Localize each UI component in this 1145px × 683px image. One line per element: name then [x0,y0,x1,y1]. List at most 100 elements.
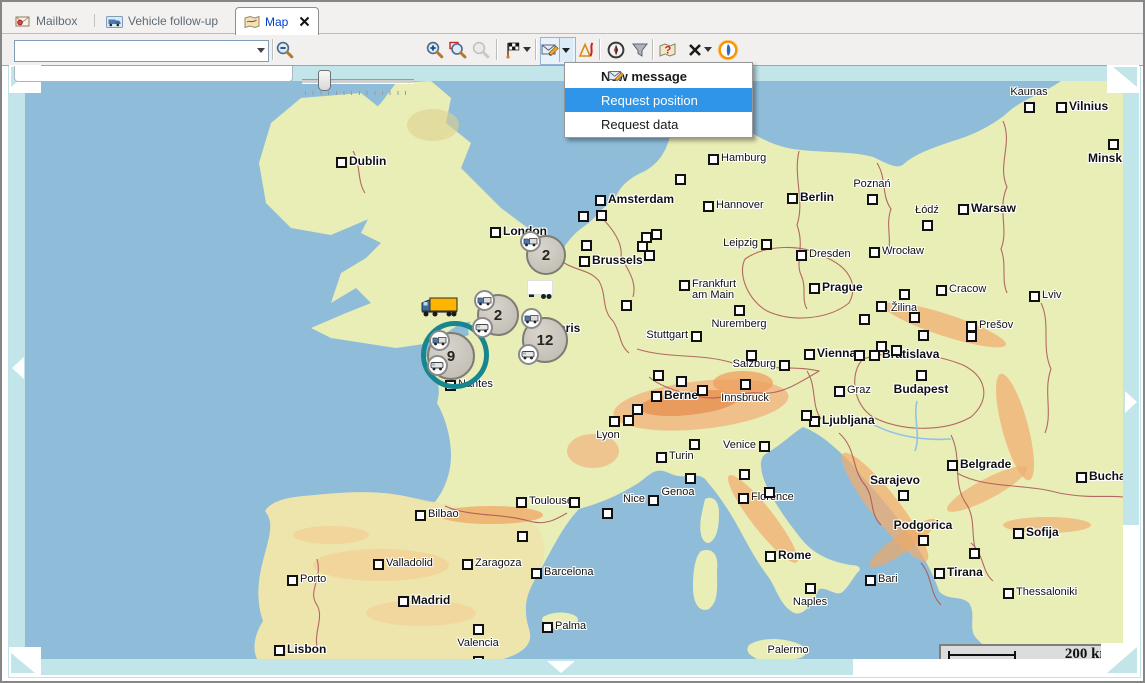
city-marker[interactable] [656,452,667,463]
city-marker[interactable] [685,473,696,484]
city-marker[interactable] [653,370,664,381]
city-marker[interactable] [675,174,686,185]
city-marker[interactable] [691,331,702,342]
itinerary-dropdown-icon[interactable] [523,47,531,52]
city-marker[interactable] [740,379,751,390]
city-marker[interactable] [1024,102,1035,113]
city-marker[interactable] [679,280,690,291]
city-marker[interactable] [676,376,687,387]
city-marker[interactable] [934,568,945,579]
city-marker[interactable] [918,330,929,341]
city-marker[interactable] [809,283,820,294]
city-marker[interactable] [621,300,632,311]
vehicle-combobox[interactable] [14,40,269,62]
city-marker[interactable] [1013,528,1024,539]
menu-item-new-message[interactable]: New message [565,64,752,88]
traffic-button[interactable] [575,38,599,62]
city-marker[interactable] [581,240,592,251]
city-marker[interactable] [734,305,745,316]
compass-button[interactable] [604,38,628,62]
city-marker[interactable] [609,416,620,427]
city-marker[interactable] [854,350,865,361]
city-marker[interactable] [805,583,816,594]
city-marker[interactable] [531,568,542,579]
city-marker[interactable] [596,210,607,221]
vehicle-badge[interactable] [429,330,450,351]
city-marker[interactable] [578,211,589,222]
itinerary-button[interactable] [501,38,525,62]
city-marker[interactable] [644,250,655,261]
city-marker[interactable] [898,490,909,501]
city-marker[interactable] [787,193,798,204]
map-help-button[interactable]: ? [656,38,680,62]
city-marker[interactable] [517,531,528,542]
city-marker[interactable] [765,551,776,562]
city-marker[interactable] [947,460,958,471]
city-marker[interactable] [490,227,501,238]
city-marker[interactable] [801,410,812,421]
city-marker[interactable] [876,341,887,352]
city-marker[interactable] [697,385,708,396]
city-marker[interactable] [651,391,662,402]
city-marker[interactable] [876,301,887,312]
city-marker[interactable] [779,360,790,371]
clear-dropdown-icon[interactable] [704,47,712,52]
city-marker[interactable] [415,510,426,521]
city-marker[interactable] [703,201,714,212]
city-marker[interactable] [966,331,977,342]
city-marker[interactable] [516,497,527,508]
city-marker[interactable] [958,204,969,215]
city-marker[interactable] [918,535,929,546]
city-marker[interactable] [1076,472,1087,483]
vehicle-badge[interactable] [474,290,495,311]
vehicle-badge[interactable] [472,317,493,338]
city-marker[interactable] [579,256,590,267]
city-marker[interactable] [462,559,473,570]
send-message-dropdown-button[interactable] [559,38,573,62]
city-marker[interactable] [473,624,484,635]
map-viewport[interactable]: DublinLondonAmsterdamHamburgHannoverBerl… [25,81,1123,659]
tab-map[interactable]: Map [235,7,319,35]
zoom-previous-button[interactable] [469,38,493,62]
city-marker[interactable] [648,495,659,506]
zoom-region-button[interactable] [446,38,470,62]
vehicle-badge[interactable] [518,344,539,365]
city-marker[interactable] [595,195,606,206]
city-marker[interactable] [759,441,770,452]
city-marker[interactable] [796,250,807,261]
vehicle-badge[interactable] [427,355,448,376]
locate-button[interactable] [716,38,740,62]
pan-right-arrow[interactable] [1125,391,1137,413]
tab-vehicle-follow-up[interactable]: Vehicle follow-up [98,9,226,33]
city-marker[interactable] [891,345,902,356]
city-marker[interactable] [651,229,662,240]
city-marker[interactable] [398,596,409,607]
city-marker[interactable] [761,239,772,250]
menu-item-request-position[interactable]: Request position [565,88,752,112]
close-tab-icon[interactable] [299,16,310,27]
city-marker[interactable] [689,439,700,450]
pan-down-arrow[interactable] [547,661,575,673]
city-marker[interactable] [764,487,775,498]
city-marker[interactable] [909,312,920,323]
city-marker[interactable] [936,285,947,296]
city-marker[interactable] [916,370,927,381]
city-marker[interactable] [746,350,757,361]
menu-item-request-data[interactable]: Request data [565,112,752,136]
city-marker[interactable] [632,404,643,415]
city-marker[interactable] [865,575,876,586]
city-marker[interactable] [1003,588,1014,599]
vehicle-badge[interactable] [520,231,541,252]
city-marker[interactable] [569,497,580,508]
city-marker[interactable] [869,247,880,258]
white-truck-icon[interactable] [527,280,555,305]
city-marker[interactable] [859,314,870,325]
city-marker[interactable] [738,493,749,504]
city-marker[interactable] [542,622,553,633]
city-marker[interactable] [739,469,750,480]
city-marker[interactable] [623,415,634,426]
city-marker[interactable] [834,386,845,397]
city-marker[interactable] [708,154,719,165]
tab-mailbox[interactable]: Mailbox [7,9,85,33]
zoom-in-button[interactable] [423,38,447,62]
